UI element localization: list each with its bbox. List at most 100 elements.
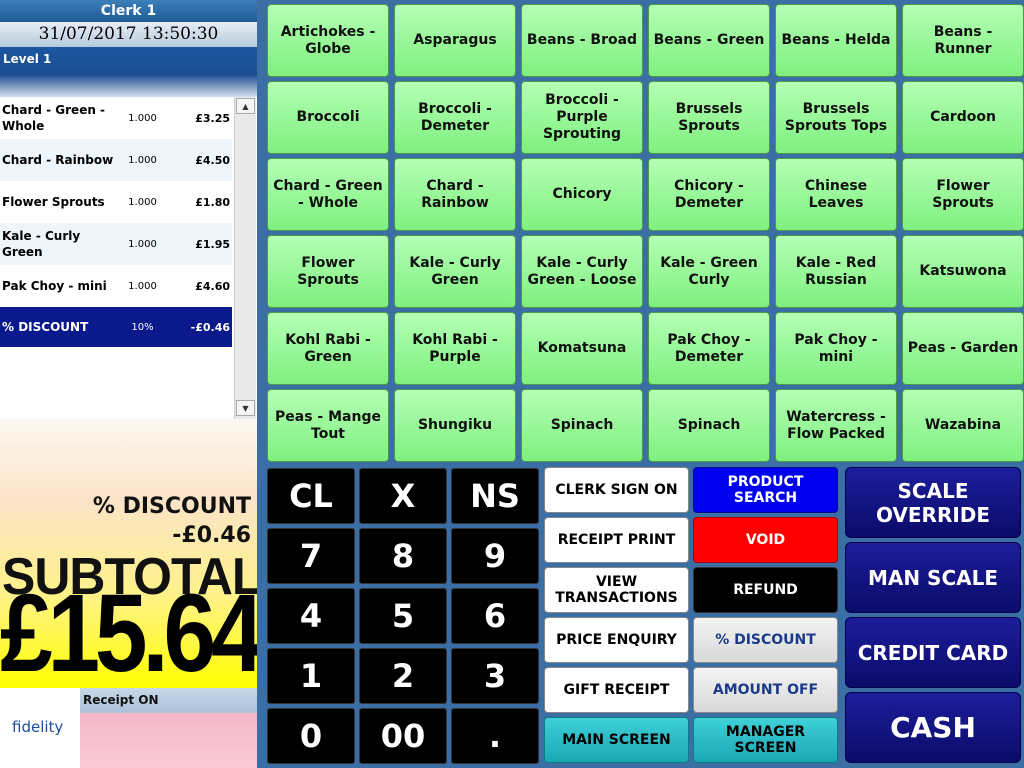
product-button[interactable]: Peas - Garden bbox=[902, 312, 1024, 385]
key-6[interactable]: 6 bbox=[451, 588, 539, 644]
key-2[interactable]: 2 bbox=[359, 648, 447, 704]
item-name: Flower Sprouts bbox=[2, 195, 105, 209]
amount-off-button[interactable]: AMOUNT OFF bbox=[693, 667, 838, 713]
item-qty: 1.000 bbox=[128, 112, 157, 124]
product-search-button[interactable]: PRODUCT SEARCH bbox=[693, 467, 838, 513]
product-button[interactable]: Spinach bbox=[648, 389, 770, 462]
product-button[interactable]: Spinach bbox=[521, 389, 643, 462]
panel-divider bbox=[257, 0, 265, 768]
discount-value: -£0.46 bbox=[172, 523, 251, 548]
man-scale-button[interactable]: MAN SCALE bbox=[845, 542, 1021, 613]
item-name: Kale - Curly Green bbox=[2, 229, 81, 259]
list-item[interactable]: Chard - Green - Whole 1.000 £3.25 bbox=[0, 97, 232, 139]
product-button[interactable]: Kale - Red Russian bbox=[775, 235, 897, 308]
product-button[interactable]: Kale - Curly Green bbox=[394, 235, 516, 308]
product-button[interactable]: Watercress - Flow Packed bbox=[775, 389, 897, 462]
product-button[interactable]: Pak Choy - Demeter bbox=[648, 312, 770, 385]
key-4[interactable]: 4 bbox=[267, 588, 355, 644]
product-button[interactable]: Komatsuna bbox=[521, 312, 643, 385]
percent-discount-button[interactable]: % DISCOUNT bbox=[693, 617, 838, 663]
list-item-selected[interactable]: % DISCOUNT 10% -£0.46 bbox=[0, 307, 232, 347]
product-button[interactable]: Chicory bbox=[521, 158, 643, 231]
product-button[interactable]: Chard - Rainbow bbox=[394, 158, 516, 231]
receipt-print-button[interactable]: RECEIPT PRINT bbox=[544, 517, 689, 563]
manager-screen-button[interactable]: MANAGER SCREEN bbox=[693, 717, 838, 763]
discount-label: % DISCOUNT bbox=[92, 494, 251, 519]
key-decimal[interactable]: . bbox=[451, 708, 539, 764]
item-qty: 1.000 bbox=[128, 238, 157, 250]
clerk-sign-on-button[interactable]: CLERK SIGN ON bbox=[544, 467, 689, 513]
product-button[interactable]: Broccoli - Purple Sprouting bbox=[521, 81, 643, 154]
product-button[interactable]: Artichokes - Globe bbox=[267, 4, 389, 77]
gift-receipt-button[interactable]: GIFT RECEIPT bbox=[544, 667, 689, 713]
main-screen-button[interactable]: MAIN SCREEN bbox=[544, 717, 689, 763]
product-button[interactable]: Beans - Broad bbox=[521, 4, 643, 77]
product-button[interactable]: Flower Sprouts bbox=[267, 235, 389, 308]
product-button[interactable]: Wazabina bbox=[902, 389, 1024, 462]
product-button[interactable]: Chicory - Demeter bbox=[648, 158, 770, 231]
product-button[interactable]: Kale - Green Curly bbox=[648, 235, 770, 308]
key-1[interactable]: 1 bbox=[267, 648, 355, 704]
product-button[interactable]: Peas - Mange Tout bbox=[267, 389, 389, 462]
key-multiply[interactable]: X bbox=[359, 468, 447, 524]
product-button[interactable]: Kale - Curly Green - Loose bbox=[521, 235, 643, 308]
item-qty: 10% bbox=[131, 321, 154, 333]
key-0[interactable]: 0 bbox=[267, 708, 355, 764]
product-button[interactable]: Beans - Runner bbox=[902, 4, 1024, 77]
key-no-sale[interactable]: NS bbox=[451, 468, 539, 524]
item-qty: 1.000 bbox=[128, 154, 157, 166]
item-qty: 1.000 bbox=[128, 196, 157, 208]
credit-card-button[interactable]: CREDIT CARD bbox=[845, 617, 1021, 688]
product-button[interactable]: Brussels Sprouts bbox=[648, 81, 770, 154]
item-price: £3.25 bbox=[195, 111, 230, 125]
item-name: Pak Choy - mini bbox=[2, 279, 107, 293]
price-enquiry-button[interactable]: PRICE ENQUIRY bbox=[544, 617, 689, 663]
product-button[interactable]: Broccoli bbox=[267, 81, 389, 154]
scroll-down-icon[interactable]: ▼ bbox=[236, 400, 255, 416]
subtotal-value: £15.64 bbox=[0, 572, 264, 695]
receipt-area bbox=[80, 713, 257, 768]
key-3[interactable]: 3 bbox=[451, 648, 539, 704]
list-item[interactable]: Pak Choy - mini 1.000 £4.60 bbox=[0, 265, 232, 307]
product-button[interactable]: Kohl Rabi - Purple bbox=[394, 312, 516, 385]
product-button[interactable]: Shungiku bbox=[394, 389, 516, 462]
key-9[interactable]: 9 bbox=[451, 528, 539, 584]
product-button[interactable]: Katsuwona bbox=[902, 235, 1024, 308]
total-display: % DISCOUNT -£0.46 SUBTOTAL £15.64 bbox=[0, 419, 264, 695]
product-button[interactable]: Beans - Green bbox=[648, 4, 770, 77]
product-button[interactable]: Flower Sprouts bbox=[902, 158, 1024, 231]
key-8[interactable]: 8 bbox=[359, 528, 447, 584]
void-button[interactable]: VOID bbox=[693, 517, 838, 563]
product-button[interactable]: Broccoli - Demeter bbox=[394, 81, 516, 154]
item-price: £1.95 bbox=[195, 237, 230, 251]
scroll-up-icon[interactable]: ▲ bbox=[236, 98, 255, 114]
product-button[interactable]: Chard - Green - Whole bbox=[267, 158, 389, 231]
receipt-status: Receipt ON bbox=[80, 688, 257, 713]
product-button[interactable]: Pak Choy - mini bbox=[775, 312, 897, 385]
scale-override-button[interactable]: SCALE OVERRIDE bbox=[845, 467, 1021, 538]
refund-button[interactable]: REFUND bbox=[693, 567, 838, 613]
key-7[interactable]: 7 bbox=[267, 528, 355, 584]
key-00[interactable]: 00 bbox=[359, 708, 447, 764]
product-button[interactable]: Kohl Rabi - Green bbox=[267, 312, 389, 385]
list-item[interactable]: Flower Sprouts 1.000 £1.80 bbox=[0, 181, 232, 223]
item-name: Chard - Rainbow bbox=[2, 153, 114, 167]
scrollbar[interactable]: ▲ ▼ bbox=[234, 97, 256, 419]
view-transactions-button[interactable]: VIEW TRANSACTIONS bbox=[544, 567, 689, 613]
clerk-name: Clerk 1 bbox=[0, 0, 257, 22]
item-price: -£0.46 bbox=[190, 320, 230, 334]
cash-button[interactable]: CASH bbox=[845, 692, 1021, 763]
key-5[interactable]: 5 bbox=[359, 588, 447, 644]
item-name: % DISCOUNT bbox=[2, 320, 89, 334]
list-item[interactable]: Chard - Rainbow 1.000 £4.50 bbox=[0, 139, 232, 181]
transaction-list[interactable]: Chard - Green - Whole 1.000 £3.25 Chard … bbox=[0, 97, 257, 419]
product-button[interactable]: Beans - Helda bbox=[775, 4, 897, 77]
list-item[interactable]: Kale - Curly Green 1.000 £1.95 bbox=[0, 223, 232, 265]
product-button[interactable]: Cardoon bbox=[902, 81, 1024, 154]
product-button[interactable]: Chinese Leaves bbox=[775, 158, 897, 231]
key-clear[interactable]: CL bbox=[267, 468, 355, 524]
date-time: 31/07/2017 13:50:30 bbox=[0, 22, 257, 47]
logo-text: fidelity bbox=[12, 718, 64, 736]
product-button[interactable]: Asparagus bbox=[394, 4, 516, 77]
product-button[interactable]: Brussels Sprouts Tops bbox=[775, 81, 897, 154]
